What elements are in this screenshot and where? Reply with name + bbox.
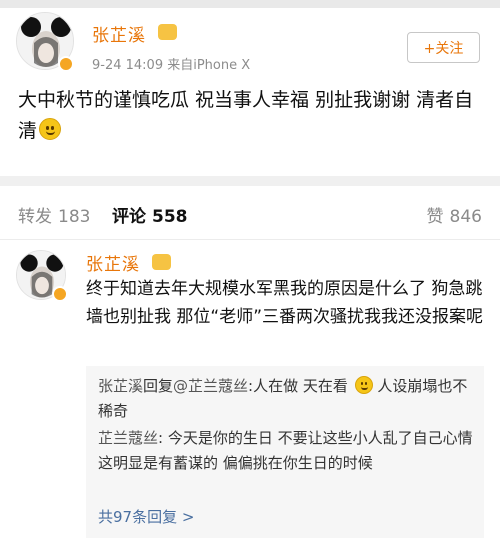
reply-author[interactable]: 张芷溪 xyxy=(98,377,143,395)
comment-text: 终于知道去年大规模水军黑我的原因是什么了 狗急跳墙也别扯我 那位“老师”三番两次… xyxy=(86,279,484,327)
post-tabs: 转发 183 评论 558 赞 846 xyxy=(0,186,500,240)
reply-item: 芷兰蔻丝: 今天是你的生日 不要让这些小人乱了自己心情 这明显是有蓄谋的 偏偏挑… xyxy=(98,426,476,476)
tab-like[interactable]: 赞 846 xyxy=(427,202,482,227)
section-divider xyxy=(0,176,500,186)
tab-repost-label: 转发 xyxy=(18,207,52,227)
verified-badge-icon xyxy=(52,286,68,302)
tab-repost-count: 183 xyxy=(58,207,91,227)
follow-button[interactable]: +关注 xyxy=(407,32,480,63)
reply-text-before: :人在做 天在看 xyxy=(248,377,348,395)
tab-like-count: 846 xyxy=(449,207,482,227)
top-divider xyxy=(0,0,500,8)
vip-crown-icon xyxy=(152,254,171,270)
tab-like-label: 赞 xyxy=(426,207,444,227)
post-text: 大中秋节的谨慎吃瓜 祝当事人幸福 别扯我谢谢 清者自清 xyxy=(18,85,486,147)
reply-thread[interactable]: 张芷溪回复@芷兰蔻丝:人在做 天在看 人设崩塌也不稀奇 芷兰蔻丝: 今天是你的生… xyxy=(86,366,484,538)
reply-item: 张芷溪回复@芷兰蔻丝:人在做 天在看 人设崩塌也不稀奇 xyxy=(98,374,476,424)
verified-badge-icon xyxy=(58,56,74,72)
smile-emoji-icon xyxy=(39,118,62,140)
comment-author-name[interactable]: 张芷溪 xyxy=(86,250,140,275)
vip-crown-icon xyxy=(158,24,177,40)
smile-emoji-icon xyxy=(354,376,373,394)
reply-mention[interactable]: @芷兰蔻丝 xyxy=(173,377,248,395)
reply-author[interactable]: 芷兰蔻丝 xyxy=(98,429,158,447)
tab-comment-count: 558 xyxy=(152,207,188,227)
view-more-replies-link[interactable]: 共97条回复 > xyxy=(98,506,194,527)
post-author-name[interactable]: 张芷溪 xyxy=(92,21,146,46)
post-meta: 9-24 14:09 来自iPhone X xyxy=(92,58,251,73)
post-text-content: 大中秋节的谨慎吃瓜 祝当事人幸福 别扯我谢谢 清者自清 xyxy=(18,89,474,142)
reply-connector: 回复 xyxy=(143,377,174,395)
tab-comment-label: 评论 xyxy=(112,207,146,227)
tab-repost[interactable]: 转发 183 xyxy=(18,202,90,227)
tab-comment[interactable]: 评论 558 xyxy=(112,202,188,227)
